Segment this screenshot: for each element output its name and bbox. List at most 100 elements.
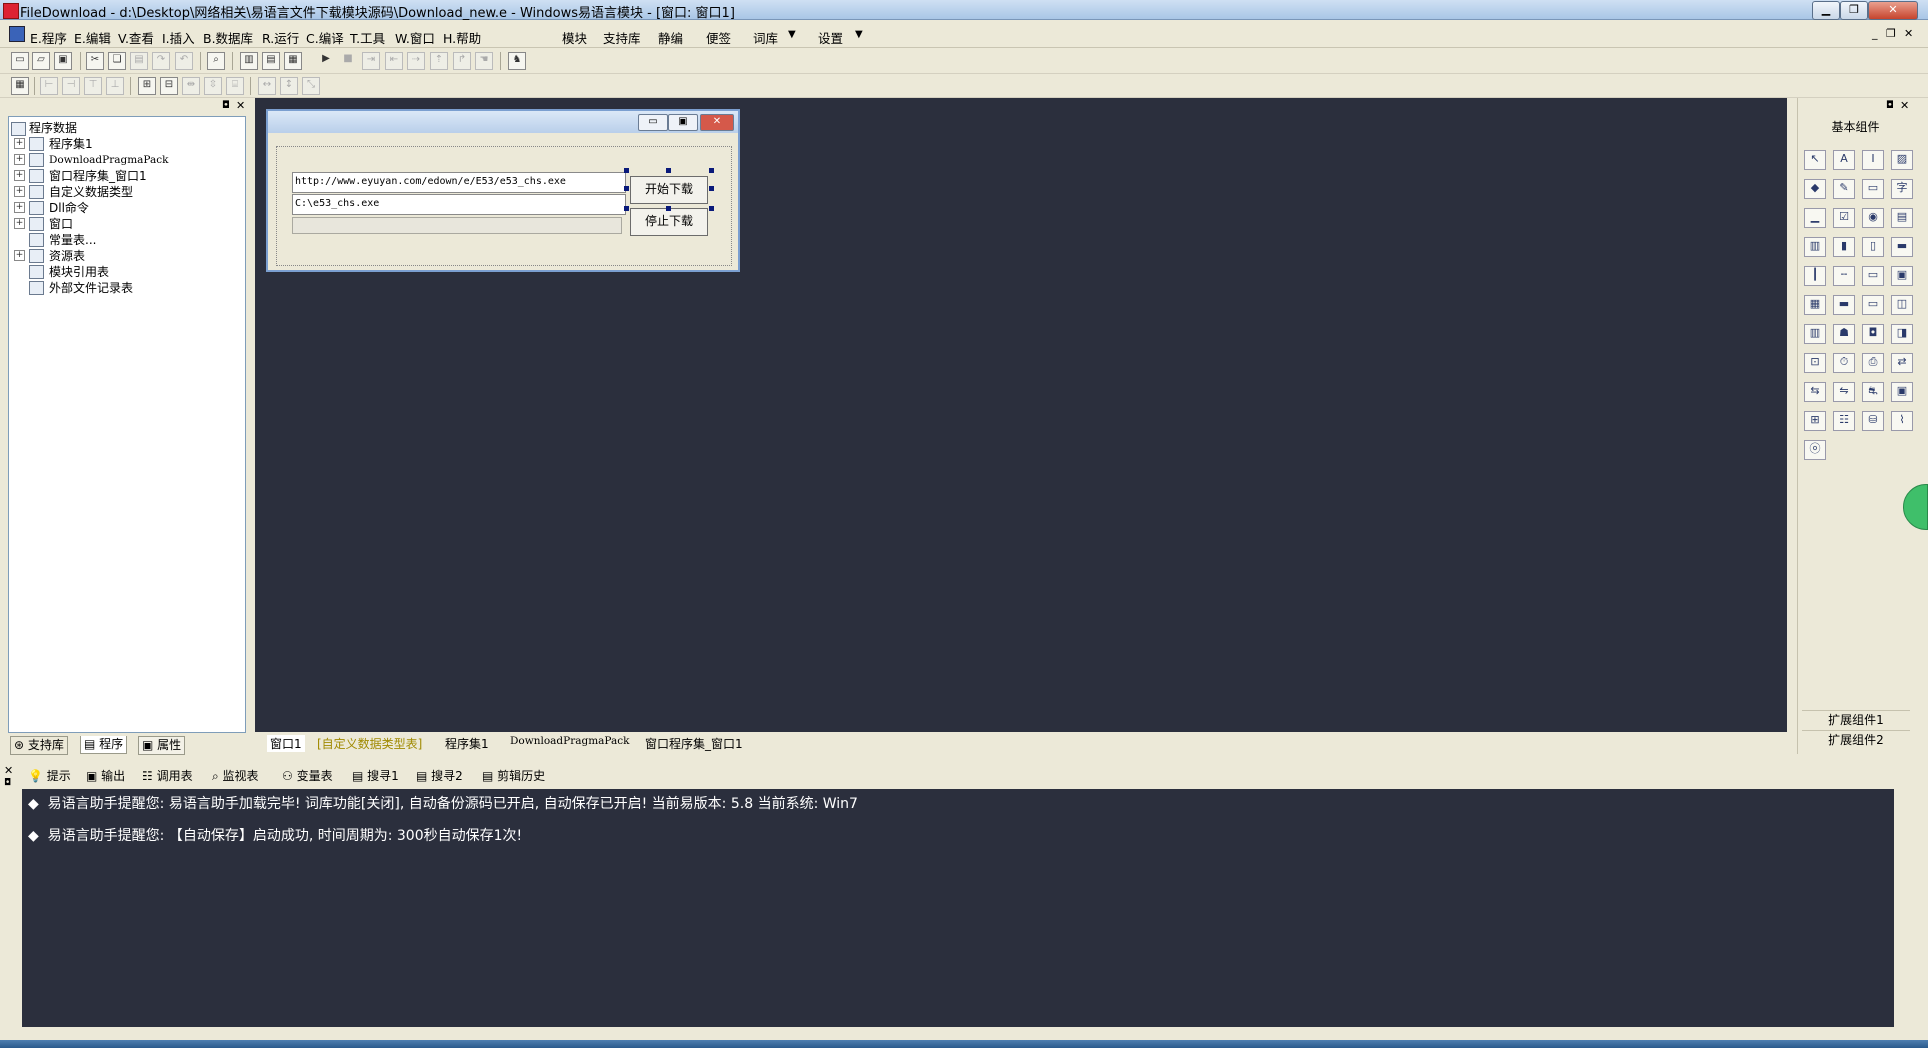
- tab-custom-types[interactable]: [自定义数据类型表]: [317, 735, 422, 752]
- tab-download-pragma[interactable]: DownloadPragmaPack: [510, 735, 630, 747]
- folder-icon[interactable]: ▭: [1862, 295, 1884, 315]
- layout1-icon[interactable]: ▥: [240, 52, 258, 70]
- net2-icon[interactable]: ⇄: [1891, 353, 1913, 373]
- stop-icon[interactable]: ■: [340, 52, 356, 68]
- tree-item[interactable]: 自定义数据类型: [49, 184, 133, 200]
- menu-insert[interactable]: I.插入: [162, 28, 195, 47]
- window-icon[interactable]: ▣: [1891, 266, 1913, 286]
- same-size-icon[interactable]: ⤡: [302, 77, 320, 95]
- db2-icon[interactable]: ☷: [1833, 411, 1855, 431]
- net1-icon[interactable]: ⎙: [1862, 353, 1884, 373]
- expand-icon[interactable]: +: [14, 250, 25, 261]
- new-file-icon[interactable]: ▭: [11, 52, 29, 70]
- align-left-icon[interactable]: ⊢: [40, 77, 58, 95]
- tree-item[interactable]: 窗口程序集_窗口1: [49, 168, 147, 184]
- list2-icon[interactable]: ▥: [1804, 237, 1826, 257]
- left-panel-close-icon[interactable]: ✕: [236, 99, 245, 112]
- tree-root[interactable]: 程序数据: [29, 120, 77, 136]
- printer-icon[interactable]: ⏱: [1833, 353, 1855, 373]
- find-icon[interactable]: ⌕: [207, 52, 225, 70]
- net3-icon[interactable]: ⇆: [1804, 382, 1826, 402]
- tab-hint[interactable]: 💡 提示: [28, 767, 71, 784]
- selection-handle[interactable]: [709, 206, 714, 211]
- mdi-restore-icon[interactable]: ❐: [1886, 27, 1896, 40]
- box-icon[interactable]: ✎: [1833, 179, 1855, 199]
- space-v-icon[interactable]: ⇳: [204, 77, 222, 95]
- grid-icon[interactable]: ▦: [1804, 295, 1826, 315]
- center-h-icon[interactable]: ⊞: [138, 77, 156, 95]
- menu-static-compile[interactable]: 静编: [658, 28, 683, 47]
- fish-icon[interactable]: ⇋: [1833, 382, 1855, 402]
- basic-components-title[interactable]: 基本组件: [1798, 118, 1913, 135]
- tree-item[interactable]: 资源表: [49, 248, 85, 264]
- save-icon[interactable]: ▣: [54, 52, 72, 70]
- tree-item[interactable]: 程序集1: [49, 136, 93, 152]
- layout2-icon[interactable]: ▤: [262, 52, 280, 70]
- picture-icon[interactable]: Ⅰ: [1862, 150, 1884, 170]
- url-field[interactable]: http://www.eyuyan.com/edown/e/E53/e53_ch…: [292, 172, 626, 193]
- center-v-icon[interactable]: ⊟: [160, 77, 178, 95]
- tab-call-stack[interactable]: ☷ 调用表: [142, 767, 193, 784]
- layout3-icon[interactable]: ▦: [284, 52, 302, 70]
- step4-icon[interactable]: ⇡: [430, 52, 448, 70]
- mdi-close-icon[interactable]: ✕: [1904, 27, 1913, 40]
- tab-support-lib[interactable]: ⊛ 支持库: [10, 736, 68, 755]
- align-right-icon[interactable]: ⊣: [62, 77, 80, 95]
- grid-toggle-icon[interactable]: ▦: [11, 77, 29, 95]
- assistant-icon[interactable]: ♞: [508, 52, 526, 70]
- expand-icon[interactable]: +: [14, 170, 25, 181]
- paste-icon[interactable]: ▤: [130, 52, 148, 70]
- menu-tools[interactable]: T.工具: [350, 28, 385, 47]
- menu-module[interactable]: 模块: [562, 28, 587, 47]
- menu-support-lib[interactable]: 支持库: [603, 28, 641, 47]
- right-panel-pin-icon[interactable]: ◘: [1886, 100, 1894, 111]
- progress-icon[interactable]: ▭: [1862, 266, 1884, 286]
- output-console[interactable]: ◆ 易语言助手提醒您: 易语言助手加载完毕! 词库功能[关闭], 自动备份源码已…: [22, 789, 1908, 1027]
- expand-icon[interactable]: +: [14, 202, 25, 213]
- menu-database[interactable]: B.数据库: [203, 28, 253, 47]
- expand-icon[interactable]: +: [14, 154, 25, 165]
- minimize-button[interactable]: ▁: [1812, 1, 1840, 20]
- mdi-minimize-icon[interactable]: _: [1872, 27, 1878, 40]
- tree-item[interactable]: 常量表...: [49, 232, 96, 248]
- tab-properties[interactable]: ▣ 属性: [138, 736, 186, 755]
- ext-components-1[interactable]: 扩展组件1: [1802, 710, 1910, 728]
- lexicon-dropdown-icon[interactable]: ▼: [788, 29, 796, 40]
- output-close-icon[interactable]: ✕: [4, 764, 13, 777]
- tab-module1[interactable]: 程序集1: [445, 735, 489, 752]
- size-equal-icon[interactable]: ⌸: [226, 77, 244, 95]
- radio-icon[interactable]: ☑: [1833, 208, 1855, 228]
- pointer-icon[interactable]: ↖: [1804, 150, 1826, 170]
- step5-icon[interactable]: ↱: [453, 52, 471, 70]
- undo-icon[interactable]: ↶: [175, 52, 193, 70]
- line-icon[interactable]: 字: [1891, 179, 1913, 199]
- tab-watch[interactable]: ⌕ 监视表: [212, 767, 259, 784]
- tree2-icon[interactable]: ⊞: [1804, 411, 1826, 431]
- align-top-icon[interactable]: ⊤: [84, 77, 102, 95]
- menu-compile[interactable]: C.编译: [306, 28, 344, 47]
- same-width-icon[interactable]: ↔: [258, 77, 276, 95]
- tab-search1[interactable]: ▤ 搜寻1: [352, 767, 399, 784]
- menu-notes[interactable]: 便签: [706, 28, 731, 47]
- output-scrollbar[interactable]: [1894, 789, 1908, 1027]
- check-icon[interactable]: ▁: [1804, 208, 1826, 228]
- odbc2-icon[interactable]: ⓞ: [1804, 440, 1826, 460]
- tab-clip-history[interactable]: ▤ 剪辑历史: [482, 767, 545, 784]
- group-icon[interactable]: ◉: [1862, 208, 1884, 228]
- ruler-icon[interactable]: ▬: [1891, 237, 1913, 257]
- form-icon[interactable]: ⛐: [1862, 382, 1884, 402]
- doc-icon[interactable]: ◫: [1891, 295, 1913, 315]
- tree-item[interactable]: DownloadPragmaPack: [49, 152, 169, 168]
- stop-download-button[interactable]: 停止下载: [630, 208, 708, 236]
- scroll-icon[interactable]: ▮: [1833, 237, 1855, 257]
- menu-view[interactable]: V.查看: [118, 28, 154, 47]
- align-bottom-icon[interactable]: ⊥: [106, 77, 124, 95]
- odbc-icon[interactable]: ⌇: [1891, 411, 1913, 431]
- menu-run[interactable]: R.运行: [262, 28, 299, 47]
- space-h-icon[interactable]: ⇹: [182, 77, 200, 95]
- edit-icon[interactable]: ◆: [1804, 179, 1826, 199]
- ext-components-2[interactable]: 扩展组件2: [1802, 730, 1910, 748]
- expand-icon[interactable]: +: [14, 186, 25, 197]
- shape-icon[interactable]: ▨: [1891, 150, 1913, 170]
- tab-window1[interactable]: 窗口1: [267, 735, 305, 752]
